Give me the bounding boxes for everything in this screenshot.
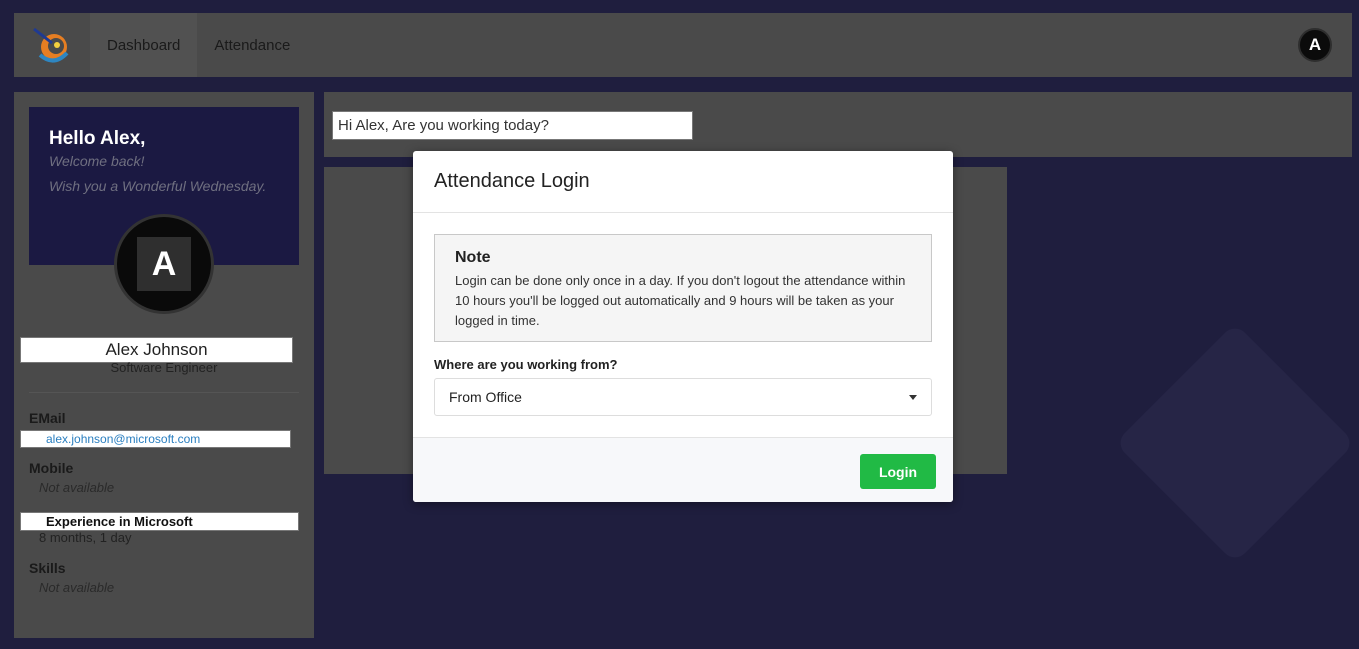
email-link[interactable]: alex.johnson@microsoft.com — [20, 430, 291, 448]
login-button[interactable]: Login — [860, 454, 936, 489]
profile-sidebar: Hello Alex, Welcome back! Wish you a Won… — [14, 92, 314, 638]
attendance-login-modal: Attendance Login Note Login can be done … — [413, 151, 953, 502]
top-navbar: Dashboard Attendance A — [14, 13, 1352, 77]
modal-title: Attendance Login — [434, 170, 590, 192]
skills-value: Not available — [39, 580, 115, 595]
modal-footer: Login — [413, 437, 953, 502]
profile-role: Software Engineer — [110, 360, 218, 375]
experience-value: 8 months, 1 day — [39, 530, 132, 545]
greeting-text: Hi Alex, Are you working today? — [332, 111, 693, 140]
greeting-bar: Hi Alex, Are you working today? — [324, 92, 1352, 157]
work-location-label: Where are you working from? — [434, 357, 618, 372]
mobile-label: Mobile — [29, 460, 74, 476]
background-shape — [1114, 322, 1356, 564]
user-avatar-menu[interactable]: A — [1298, 28, 1332, 62]
hello-title: Hello Alex, — [49, 128, 146, 149]
wish-text: Wish you a Wonderful Wednesday. — [49, 178, 267, 194]
nav-attendance[interactable]: Attendance — [197, 13, 307, 77]
divider — [29, 392, 299, 393]
nav-dashboard[interactable]: Dashboard — [90, 13, 198, 77]
note-title: Note — [455, 249, 491, 266]
profile-avatar-letter: A — [137, 237, 191, 291]
note-box: Note Login can be done only once in a da… — [434, 234, 932, 342]
profile-avatar: A — [114, 214, 214, 314]
work-location-select[interactable]: From Office — [434, 378, 932, 416]
dropdown-caret-icon — [909, 395, 917, 400]
email-label: EMail — [29, 410, 66, 426]
modal-header: Attendance Login — [413, 151, 953, 213]
work-location-value: From Office — [449, 389, 522, 405]
skills-label: Skills — [29, 560, 66, 576]
app-logo[interactable] — [14, 13, 90, 77]
logo-icon — [33, 27, 69, 63]
welcome-text: Welcome back! — [49, 153, 145, 169]
note-text: Login can be done only once in a day. If… — [455, 273, 906, 328]
experience-label: Experience in Microsoft — [20, 512, 299, 531]
mobile-value: Not available — [39, 480, 115, 495]
